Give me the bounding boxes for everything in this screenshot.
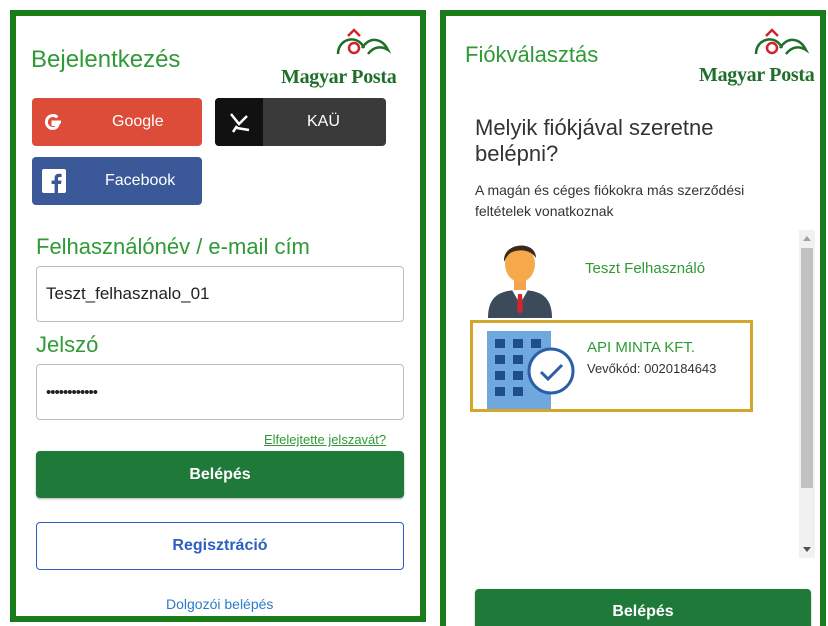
user-avatar-icon: [488, 245, 552, 318]
magyar-posta-logo: Magyar Posta: [696, 24, 820, 94]
kau-label: KAÜ: [307, 113, 340, 130]
password-input[interactable]: ••••••••••••: [36, 364, 404, 420]
scroll-down-icon[interactable]: [803, 547, 811, 552]
login-panel: Bejelentkezés Magyar Posta Google KAÜ Fa…: [10, 10, 426, 622]
page-title: Fiókválasztás: [465, 42, 599, 67]
customer-code: Vevőkód: 0020184643: [587, 361, 717, 376]
account-item[interactable]: Teszt Felhasználó: [470, 230, 790, 322]
account-name: Teszt Felhasználó: [585, 260, 706, 277]
magyar-posta-logo: Magyar Posta: [278, 24, 408, 94]
username-input[interactable]: Teszt_felhasznalo_01: [36, 266, 404, 322]
username-label: Felhasználónév / e-mail cím: [36, 234, 310, 259]
scrollbar-thumb[interactable]: [801, 248, 813, 488]
page-title: Bejelentkezés: [31, 46, 181, 73]
account-name: API MINTA KFT.: [587, 339, 696, 356]
google-login-button[interactable]: Google: [32, 98, 202, 146]
posthorn-icon: [754, 28, 810, 55]
password-label: Jelszó: [36, 332, 99, 357]
scroll-up-icon[interactable]: [803, 236, 811, 241]
facebook-label: Facebook: [105, 172, 176, 189]
account-list: Teszt Felhasználó API MINTA KFT. Vevőkód…: [470, 230, 815, 560]
posthorn-icon: [336, 28, 392, 55]
account-item-selected[interactable]: API MINTA KFT. Vevőkód: 0020184643: [470, 320, 753, 412]
account-question: Melyik fiókjával szeretne belépni?: [475, 115, 714, 166]
company-building-icon: [487, 331, 575, 409]
facebook-login-button[interactable]: Facebook: [32, 157, 202, 205]
register-button[interactable]: Regisztráció: [36, 522, 404, 570]
account-description: A magán és céges fiókokra más szerződési…: [475, 182, 745, 219]
facebook-icon: [42, 169, 66, 193]
forgot-password-link[interactable]: Elfelejtette jelszavát?: [264, 432, 386, 447]
google-label: Google: [112, 113, 164, 130]
google-icon: [44, 114, 61, 131]
scrollbar[interactable]: [799, 230, 815, 558]
account-select-panel: Fiókválasztás Magyar Posta Melyik fiókjá…: [440, 10, 826, 626]
login-button[interactable]: Belépés: [475, 589, 811, 626]
employee-login-link[interactable]: Dolgozói belépés: [166, 596, 273, 612]
login-button[interactable]: Belépés: [36, 451, 404, 498]
kau-icon: [215, 98, 263, 146]
kau-login-button[interactable]: KAÜ: [215, 98, 386, 146]
